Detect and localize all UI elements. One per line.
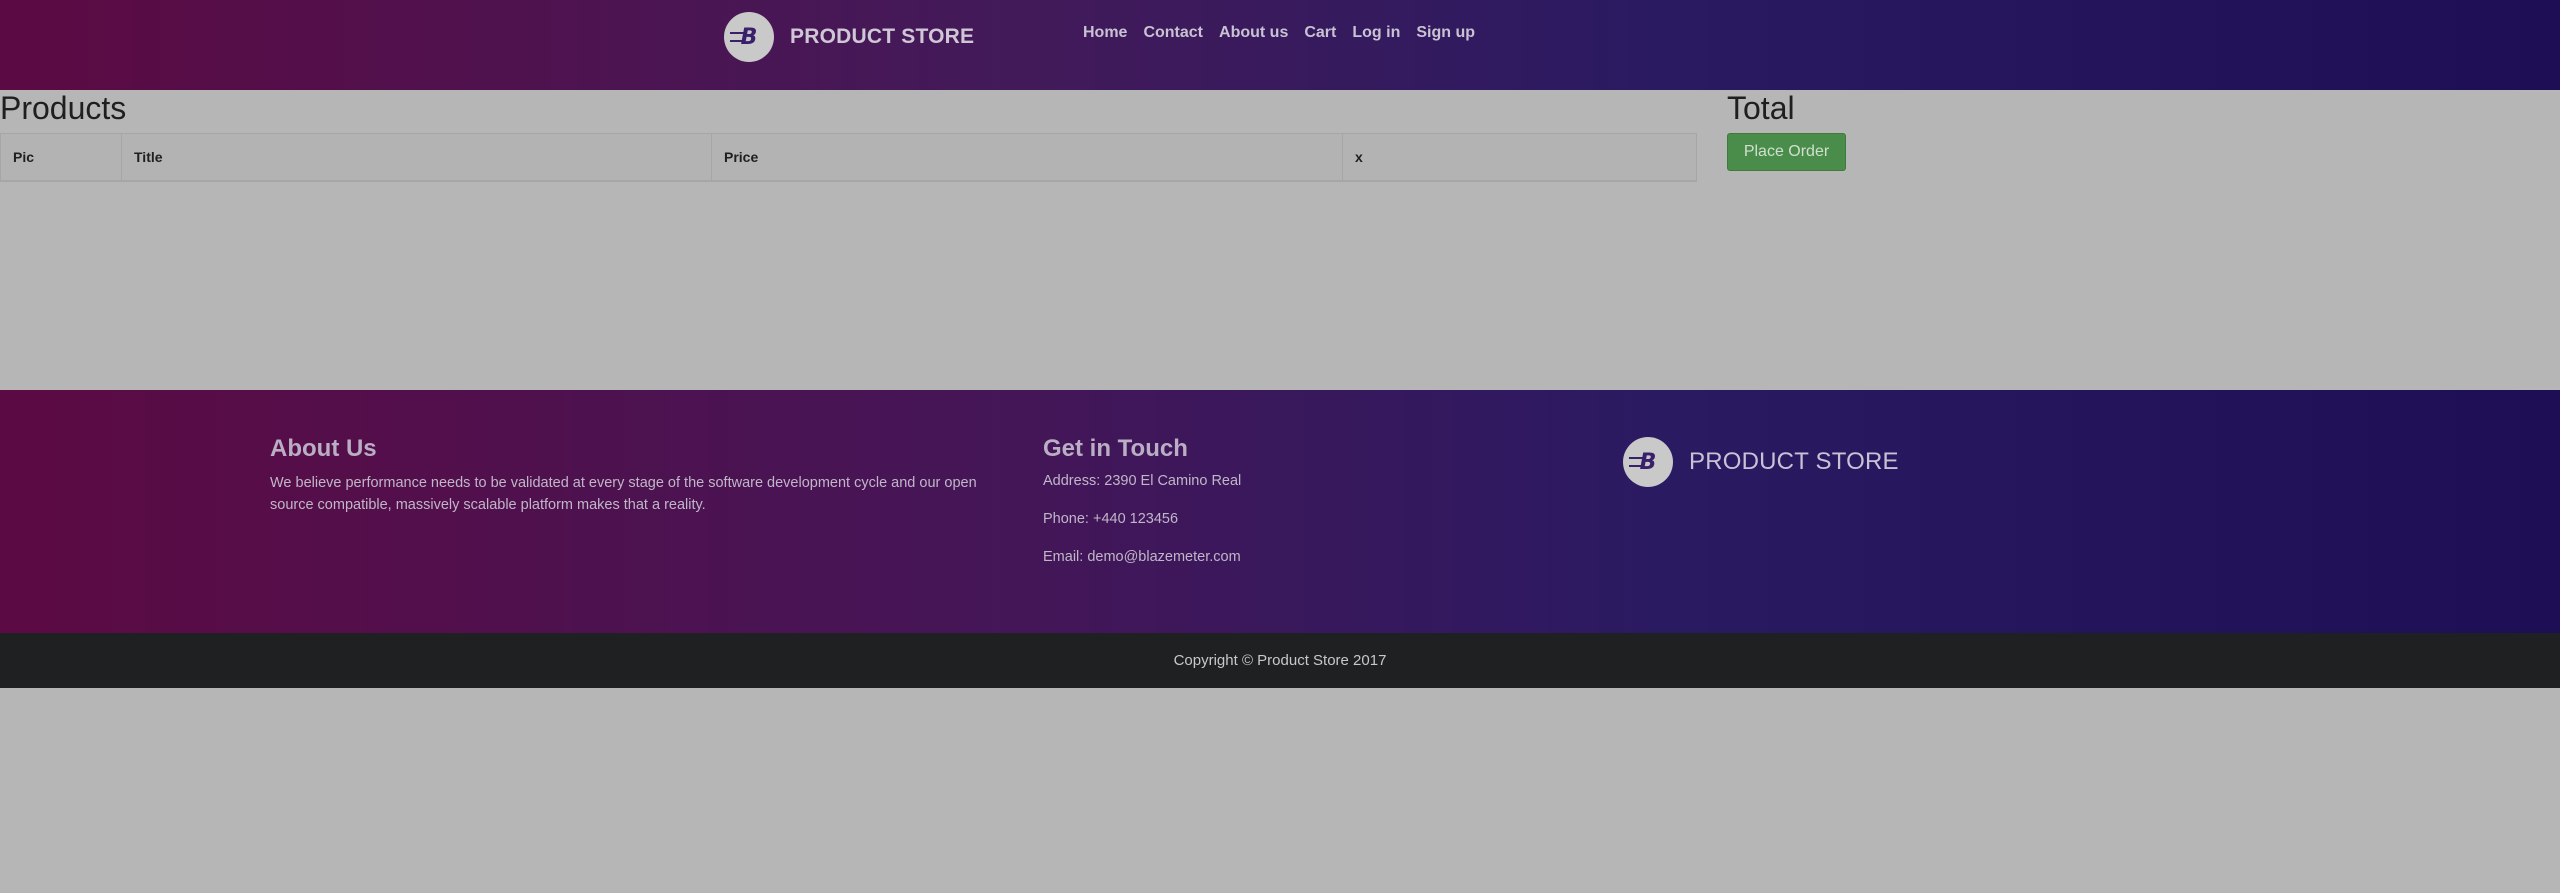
footer: About Us We believe performance needs to… bbox=[0, 390, 2560, 633]
products-heading: Products bbox=[0, 90, 127, 126]
navbar-brand[interactable]: B PRODUCT STORE bbox=[724, 12, 974, 62]
total-heading: Total bbox=[1727, 90, 1795, 126]
nav-contact-link[interactable]: Contact bbox=[1143, 24, 1203, 42]
phone-text: Phone: +440 123456 bbox=[1043, 511, 1179, 527]
about-us-text: We believe performance needs to be valid… bbox=[270, 475, 977, 513]
cart-table: Pic Title Price x bbox=[0, 133, 1697, 182]
email-text: Email: demo@blazemeter.com bbox=[1043, 549, 1241, 565]
blazemeter-logo-icon: B bbox=[1623, 437, 1673, 487]
footer-brand: B PRODUCT STORE bbox=[1623, 437, 1899, 487]
place-order-button[interactable]: Place Order bbox=[1727, 133, 1846, 171]
copyright-bar: Copyright © Product Store 2017 bbox=[0, 633, 2560, 688]
get-in-touch-title: Get in Touch bbox=[1043, 435, 1188, 462]
copyright-text: Copyright © Product Store 2017 bbox=[1173, 652, 1387, 669]
nav-links: Home Contact About us Cart Log in Sign u… bbox=[1083, 24, 1475, 42]
column-header-title: Title bbox=[121, 133, 712, 182]
footer-brand-name: PRODUCT STORE bbox=[1689, 448, 1899, 475]
table-header-row: Pic Title Price x bbox=[0, 133, 1697, 182]
address-text: Address: 2390 El Camino Real bbox=[1043, 473, 1242, 489]
nav-login-link[interactable]: Log in bbox=[1352, 24, 1400, 42]
cart-page: Products Pic Title Price x Total Place O… bbox=[0, 90, 2560, 390]
top-navbar: B PRODUCT STORE Home Contact About us Ca… bbox=[0, 0, 2560, 90]
brand-name: PRODUCT STORE bbox=[790, 25, 975, 48]
nav-about-link[interactable]: About us bbox=[1219, 24, 1288, 42]
column-header-pic: Pic bbox=[0, 133, 122, 182]
nav-home-link[interactable]: Home bbox=[1083, 24, 1127, 42]
nav-cart-link[interactable]: Cart bbox=[1304, 24, 1336, 42]
blazemeter-logo-icon: B bbox=[724, 12, 774, 62]
column-header-price: Price bbox=[711, 133, 1343, 182]
about-us-title: About Us bbox=[270, 435, 377, 462]
column-header-delete: x bbox=[1342, 133, 1697, 182]
nav-signup-link[interactable]: Sign up bbox=[1416, 24, 1475, 42]
